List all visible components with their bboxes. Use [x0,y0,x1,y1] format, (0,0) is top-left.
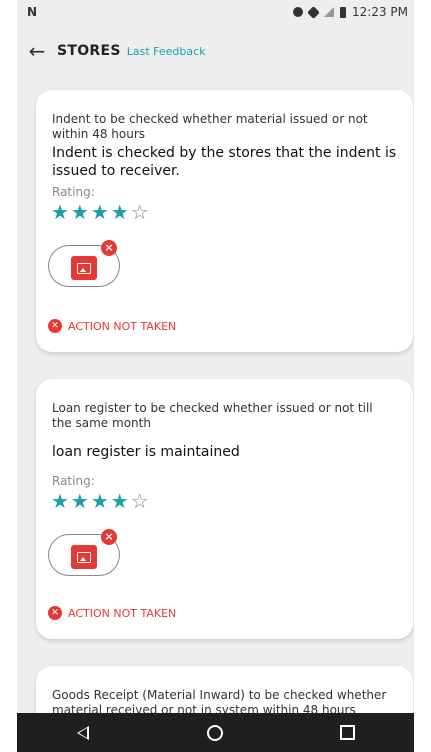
empty-star: ☆ [130,489,151,513]
answer-text: loan register is maintained [52,444,240,460]
phone-screen: N 12:23 PM ← STORES Last Feedback Indent… [17,0,414,752]
battery-icon [340,6,346,18]
android-nav-bar [17,713,414,752]
close-icon[interactable]: × [101,529,117,545]
question-text: Indent to be checked whether material is… [52,112,368,141]
answer-text: Indent is checked by the stores that the… [52,145,397,179]
notification-icon: N [27,5,38,19]
rating-label: Rating: [52,474,95,488]
nav-home-button[interactable] [206,724,224,742]
filled-stars: ★★★★ [51,489,131,513]
rating-stars: ★★★★☆ [51,489,151,513]
status-text: ACTION NOT TAKEN [68,606,177,620]
empty-star: ☆ [130,200,151,224]
rating-label: Rating: [52,185,95,199]
page-title: STORES [57,43,121,59]
question-text: Loan register to be checked whether issu… [52,401,373,430]
rating-stars: ★★★★☆ [51,200,151,224]
back-button[interactable]: ← [17,39,57,63]
feedback-card: Loan register to be checked whether issu… [36,379,413,639]
status-row: ✕ ACTION NOT TAKEN [48,606,176,620]
error-icon: ✕ [48,319,62,333]
nav-back-button[interactable] [74,724,92,742]
status-row: ✕ ACTION NOT TAKEN [48,319,176,333]
dnd-icon [293,7,303,17]
image-attachment[interactable]: × [48,529,120,576]
signal-icon [324,7,334,17]
image-icon [71,256,97,280]
app-header: ← STORES Last Feedback [17,36,414,66]
close-icon[interactable]: × [101,240,117,256]
filled-stars: ★★★★ [51,200,131,224]
status-text: ACTION NOT TAKEN [68,319,177,333]
nav-recents-button[interactable] [339,724,357,742]
status-bar: N 12:23 PM [17,0,414,24]
feedback-card: Indent to be checked whether material is… [36,90,413,352]
error-icon: ✕ [48,606,62,620]
wifi-icon [307,5,320,19]
clock: 12:23 PM [352,5,408,19]
page-subtitle: Last Feedback [126,44,206,58]
image-attachment[interactable]: × [48,240,120,287]
image-icon [71,545,97,569]
